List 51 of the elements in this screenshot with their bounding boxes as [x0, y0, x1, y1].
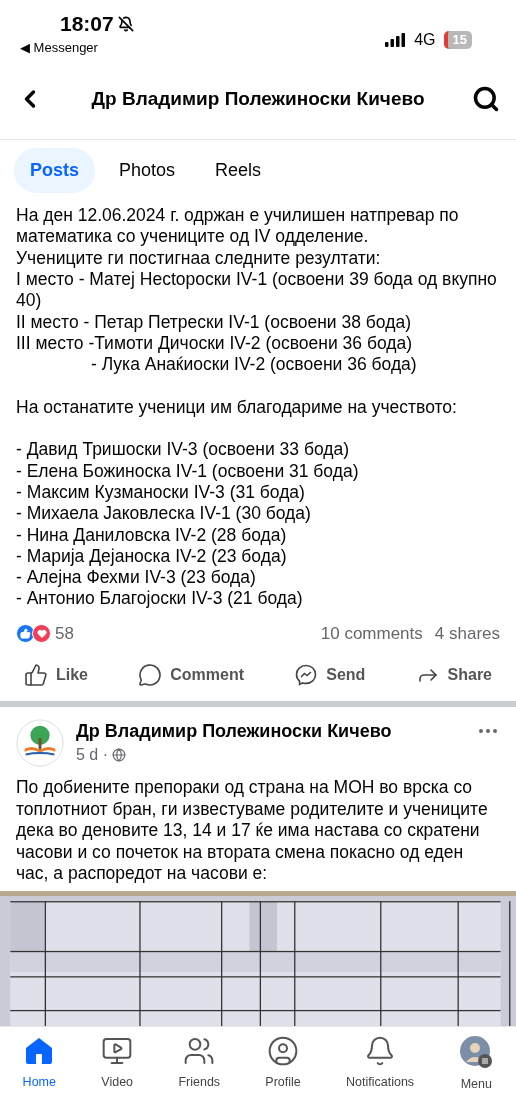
post-text-line: III место -Тимоти Дичоски IV-2 (освоени 36 бода)	[16, 332, 414, 355]
clock-time: 18:07	[60, 12, 114, 36]
battery-indicator: 15	[443, 31, 472, 49]
nav-tab[interactable]: Menu	[459, 1030, 494, 1094]
post-author[interactable]: Др Владимир Полежиноски Кичево	[76, 719, 464, 744]
thumbs-up-icon	[24, 663, 48, 688]
page-tab[interactable]: Posts	[14, 148, 96, 194]
post-action-button[interactable]: Like	[24, 663, 88, 688]
back-to-app-link[interactable]: ◀ Messenger	[20, 38, 134, 58]
post-text-line: - Лука Анаќиоски IV-2 (освоени 36 бода)	[90, 354, 418, 376]
comment-icon	[138, 663, 163, 688]
page-title: Др Владимир Полежиноски Кичево	[91, 87, 425, 112]
globe-icon	[112, 748, 126, 763]
post-action-button[interactable]: Send	[294, 663, 366, 688]
post-text-line: - Марија Дејаноска IV-2 (23 бода)	[16, 545, 288, 568]
post-text-line: - Максим Кузманоски IV-3 (31 бода)	[16, 481, 306, 504]
profile-icon	[267, 1034, 300, 1067]
nav-tab[interactable]: Notifications	[346, 1030, 415, 1092]
post-text: По добиените препораки од страна на МОН во врска со топлотниот бран, ги известуваме родителите и учениците дека во деновите 13, 14 и 17 ќе има настава со скратени часови и со почеток на втората смена покасно од еден час, а распоредот на часови е:	[15, 776, 489, 885]
nav-tab[interactable]: Profile	[265, 1030, 301, 1092]
signal-icon	[384, 33, 407, 47]
post-text-line: - Нина Даниловска IV-2 (28 бода)	[16, 524, 288, 546]
avatar-icon	[459, 1034, 494, 1069]
post-action-button[interactable]: Share	[415, 663, 492, 688]
bell-off-icon	[117, 16, 134, 32]
post-text-line: - Антонио Благојоски IV-3 (21 бода)	[16, 588, 304, 610]
post-text-line: На останатите ученици им благодариме на учеството:	[16, 396, 458, 419]
post-text-line: - Алејна Фехми IV-3 (23 бода)	[16, 567, 257, 589]
post-text-line: I место - Матеј Несtороски IV-1 (освоени 39 бода од вкупно 40)	[16, 269, 498, 312]
nav-tab[interactable]: Friends	[178, 1030, 221, 1092]
post-time: 5 d ·	[76, 745, 108, 766]
post-action-button[interactable]: Comment	[138, 663, 244, 688]
like-reaction-icon	[16, 624, 35, 644]
network-label: 4G	[414, 30, 436, 50]
post-text-line: - Давид Тришоски IV-3 (освоени 33 бода)	[16, 439, 351, 461]
nav-tab[interactable]: Video	[101, 1030, 134, 1092]
post-text-line: На ден 12.06.2024 г. одржан е училишен натпревар по математика со учениците од IV одделение.	[16, 205, 460, 248]
heart-reaction-icon	[32, 624, 51, 644]
school-logo	[16, 719, 64, 768]
share-count[interactable]: 4 shares	[434, 620, 500, 647]
page-tab[interactable]: Reels	[199, 148, 278, 194]
post-text-line: Учениците ги постигнаа следните резултати:	[16, 247, 382, 269]
nav-tab[interactable]: Home	[22, 1030, 56, 1092]
post-text-line: - Елена Божиноска IV-1 (освоени 31 бода)	[16, 460, 360, 482]
page-tab[interactable]: Photos	[103, 148, 192, 194]
messenger-icon	[294, 663, 319, 688]
search-icon[interactable]	[472, 85, 500, 114]
reaction-count[interactable]: 58	[55, 620, 74, 647]
comment-count[interactable]: 10 comments	[320, 620, 423, 647]
post-text-line: II место - Петар Петрески IV-1 (освоени 38 бода)	[16, 311, 412, 333]
post-text-line: - Михаела Јаковлеска IV-1 (30 бода)	[16, 503, 312, 525]
